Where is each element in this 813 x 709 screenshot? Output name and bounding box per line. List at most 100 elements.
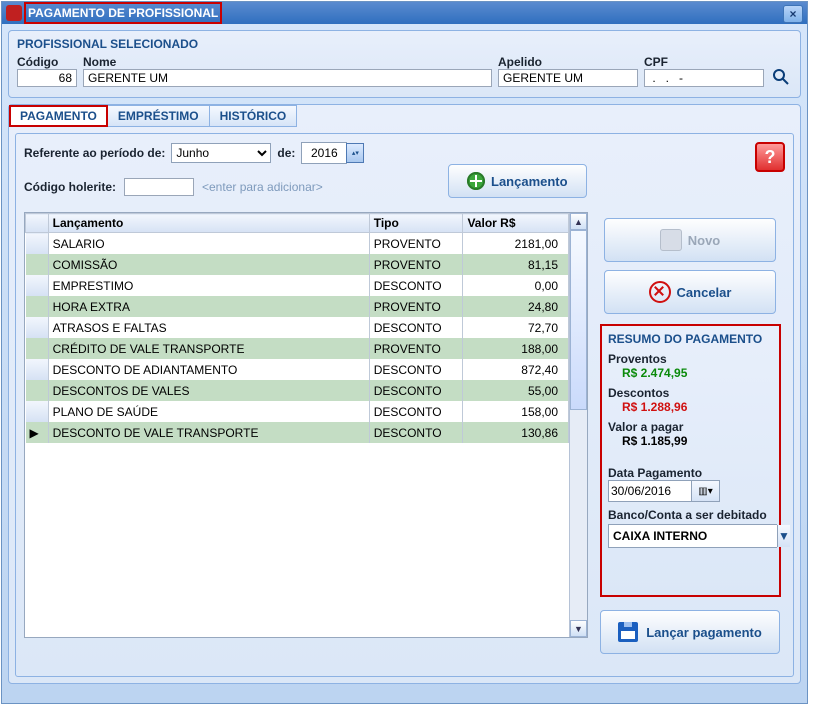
cell-lancamento: DESCONTOS DE VALES: [48, 380, 369, 401]
col-tipo[interactable]: Tipo: [369, 214, 463, 233]
row-marker: [26, 317, 49, 338]
row-marker: [26, 380, 49, 401]
periodo-ano-spinner[interactable]: ▴▾: [346, 143, 364, 163]
descontos-value: R$ 1.288,96: [622, 400, 773, 414]
cell-tipo: DESCONTO: [369, 317, 463, 338]
lancamento-button-label: Lançamento: [491, 174, 568, 189]
lancar-pagamento-button[interactable]: Lançar pagamento: [600, 610, 780, 654]
banco-conta-value[interactable]: [609, 525, 777, 547]
main-panel: PAGAMENTO EMPRÉSTIMO HISTÓRICO Referente…: [8, 104, 801, 684]
table-row[interactable]: DESCONTO DE ADIANTAMENTODESCONTO872,40: [26, 359, 569, 380]
cell-tipo: DESCONTO: [369, 275, 463, 296]
app-icon: [6, 5, 22, 21]
row-marker: [26, 233, 49, 255]
cell-valor: 158,00: [463, 401, 569, 422]
banco-conta-label: Banco/Conta a ser debitado: [608, 508, 773, 522]
chevron-down-icon[interactable]: ▼: [777, 525, 790, 547]
table-row[interactable]: DESCONTOS DE VALESDESCONTO55,00: [26, 380, 569, 401]
search-button[interactable]: [770, 67, 792, 87]
tab-emprestimo[interactable]: EMPRÉSTIMO: [107, 105, 210, 127]
cell-valor: 72,70: [463, 317, 569, 338]
periodo-label: Referente ao período de:: [24, 146, 165, 160]
data-pagamento-input[interactable]: [609, 484, 691, 498]
row-marker: [26, 359, 49, 380]
periodo-de-label: de:: [277, 146, 295, 160]
table-row[interactable]: EMPRESTIMODESCONTO0,00: [26, 275, 569, 296]
holerite-input[interactable]: [124, 178, 194, 196]
date-picker-icon[interactable]: ▥▾: [691, 481, 719, 501]
scroll-down-icon[interactable]: ▼: [570, 620, 587, 637]
scroll-thumb[interactable]: [570, 230, 587, 410]
cell-lancamento: PLANO DE SAÚDE: [48, 401, 369, 422]
cell-lancamento: SALARIO: [48, 233, 369, 255]
label-apelido: Apelido: [498, 55, 638, 69]
proventos-label: Proventos: [608, 352, 773, 366]
cell-valor: 872,40: [463, 359, 569, 380]
grid-scrollbar[interactable]: ▲ ▼: [569, 213, 587, 637]
resumo-pagamento-panel: RESUMO DO PAGAMENTO Proventos R$ 2.474,9…: [600, 324, 781, 597]
cell-valor: 130,86: [463, 422, 569, 443]
row-marker: [26, 275, 49, 296]
lancar-pagamento-label: Lançar pagamento: [646, 625, 762, 640]
calendar-icon: [660, 229, 682, 251]
label-cpf: CPF: [644, 55, 764, 69]
apelido-field[interactable]: [498, 69, 638, 87]
close-button[interactable]: ×: [783, 5, 803, 23]
label-nome: Nome: [83, 55, 492, 69]
save-icon: [618, 622, 638, 642]
lancamento-button[interactable]: Lançamento: [448, 164, 587, 198]
tab-historico[interactable]: HISTÓRICO: [209, 105, 298, 127]
table-row[interactable]: HORA EXTRAPROVENTO24,80: [26, 296, 569, 317]
label-codigo: Código: [17, 55, 77, 69]
cell-valor: 55,00: [463, 380, 569, 401]
table-row[interactable]: SALARIOPROVENTO2181,00: [26, 233, 569, 255]
window-title: PAGAMENTO DE PROFISSIONAL: [24, 2, 222, 24]
row-marker: [26, 401, 49, 422]
row-marker: ▶: [26, 422, 49, 443]
plus-icon: [467, 172, 485, 190]
cell-valor: 188,00: [463, 338, 569, 359]
table-row[interactable]: COMISSÃOPROVENTO81,15: [26, 254, 569, 275]
tab-content-pagamento: Referente ao período de: Junho de: ▴▾ ? …: [15, 133, 794, 677]
novo-button[interactable]: Novo: [604, 218, 776, 262]
cell-tipo: DESCONTO: [369, 422, 463, 443]
cell-lancamento: DESCONTO DE VALE TRANSPORTE: [48, 422, 369, 443]
selected-professional-heading: PROFISSIONAL SELECIONADO: [17, 37, 792, 51]
table-row[interactable]: PLANO DE SAÚDEDESCONTO158,00: [26, 401, 569, 422]
codigo-field[interactable]: [17, 69, 77, 87]
table-row[interactable]: CRÉDITO DE VALE TRANSPORTEPROVENTO188,00: [26, 338, 569, 359]
tab-pagamento[interactable]: PAGAMENTO: [9, 105, 108, 127]
col-lancamento[interactable]: Lançamento: [48, 214, 369, 233]
selected-professional-panel: PROFISSIONAL SELECIONADO Código Nome Ape…: [8, 30, 801, 98]
cpf-field[interactable]: [644, 69, 764, 87]
cell-lancamento: HORA EXTRA: [48, 296, 369, 317]
cell-lancamento: CRÉDITO DE VALE TRANSPORTE: [48, 338, 369, 359]
cancelar-button[interactable]: Cancelar: [604, 270, 776, 314]
holerite-placeholder: <enter para adicionar>: [202, 180, 323, 194]
data-pagamento-field[interactable]: ▥▾: [608, 480, 720, 502]
novo-button-label: Novo: [688, 233, 721, 248]
proventos-value: R$ 2.474,95: [622, 366, 773, 380]
col-valor[interactable]: Valor R$: [463, 214, 569, 233]
periodo-mes-select[interactable]: Junho: [171, 143, 271, 163]
cell-valor: 0,00: [463, 275, 569, 296]
help-button[interactable]: ?: [755, 142, 785, 172]
cell-tipo: PROVENTO: [369, 338, 463, 359]
search-icon: [772, 68, 790, 86]
cell-valor: 81,15: [463, 254, 569, 275]
cell-tipo: PROVENTO: [369, 296, 463, 317]
row-marker: [26, 296, 49, 317]
table-row[interactable]: ▶DESCONTO DE VALE TRANSPORTEDESCONTO130,…: [26, 422, 569, 443]
data-pagamento-label: Data Pagamento: [608, 466, 773, 480]
cell-lancamento: COMISSÃO: [48, 254, 369, 275]
periodo-ano-input[interactable]: [301, 142, 347, 164]
cell-tipo: PROVENTO: [369, 254, 463, 275]
cell-tipo: DESCONTO: [369, 401, 463, 422]
banco-conta-select[interactable]: ▼: [608, 524, 777, 548]
cell-lancamento: ATRASOS E FALTAS: [48, 317, 369, 338]
valor-pagar-value: R$ 1.185,99: [622, 434, 773, 448]
lancamentos-grid: Lançamento Tipo Valor R$ SALARIOPROVENTO…: [24, 212, 588, 638]
scroll-up-icon[interactable]: ▲: [570, 213, 587, 230]
table-row[interactable]: ATRASOS E FALTASDESCONTO72,70: [26, 317, 569, 338]
nome-field[interactable]: [83, 69, 492, 87]
